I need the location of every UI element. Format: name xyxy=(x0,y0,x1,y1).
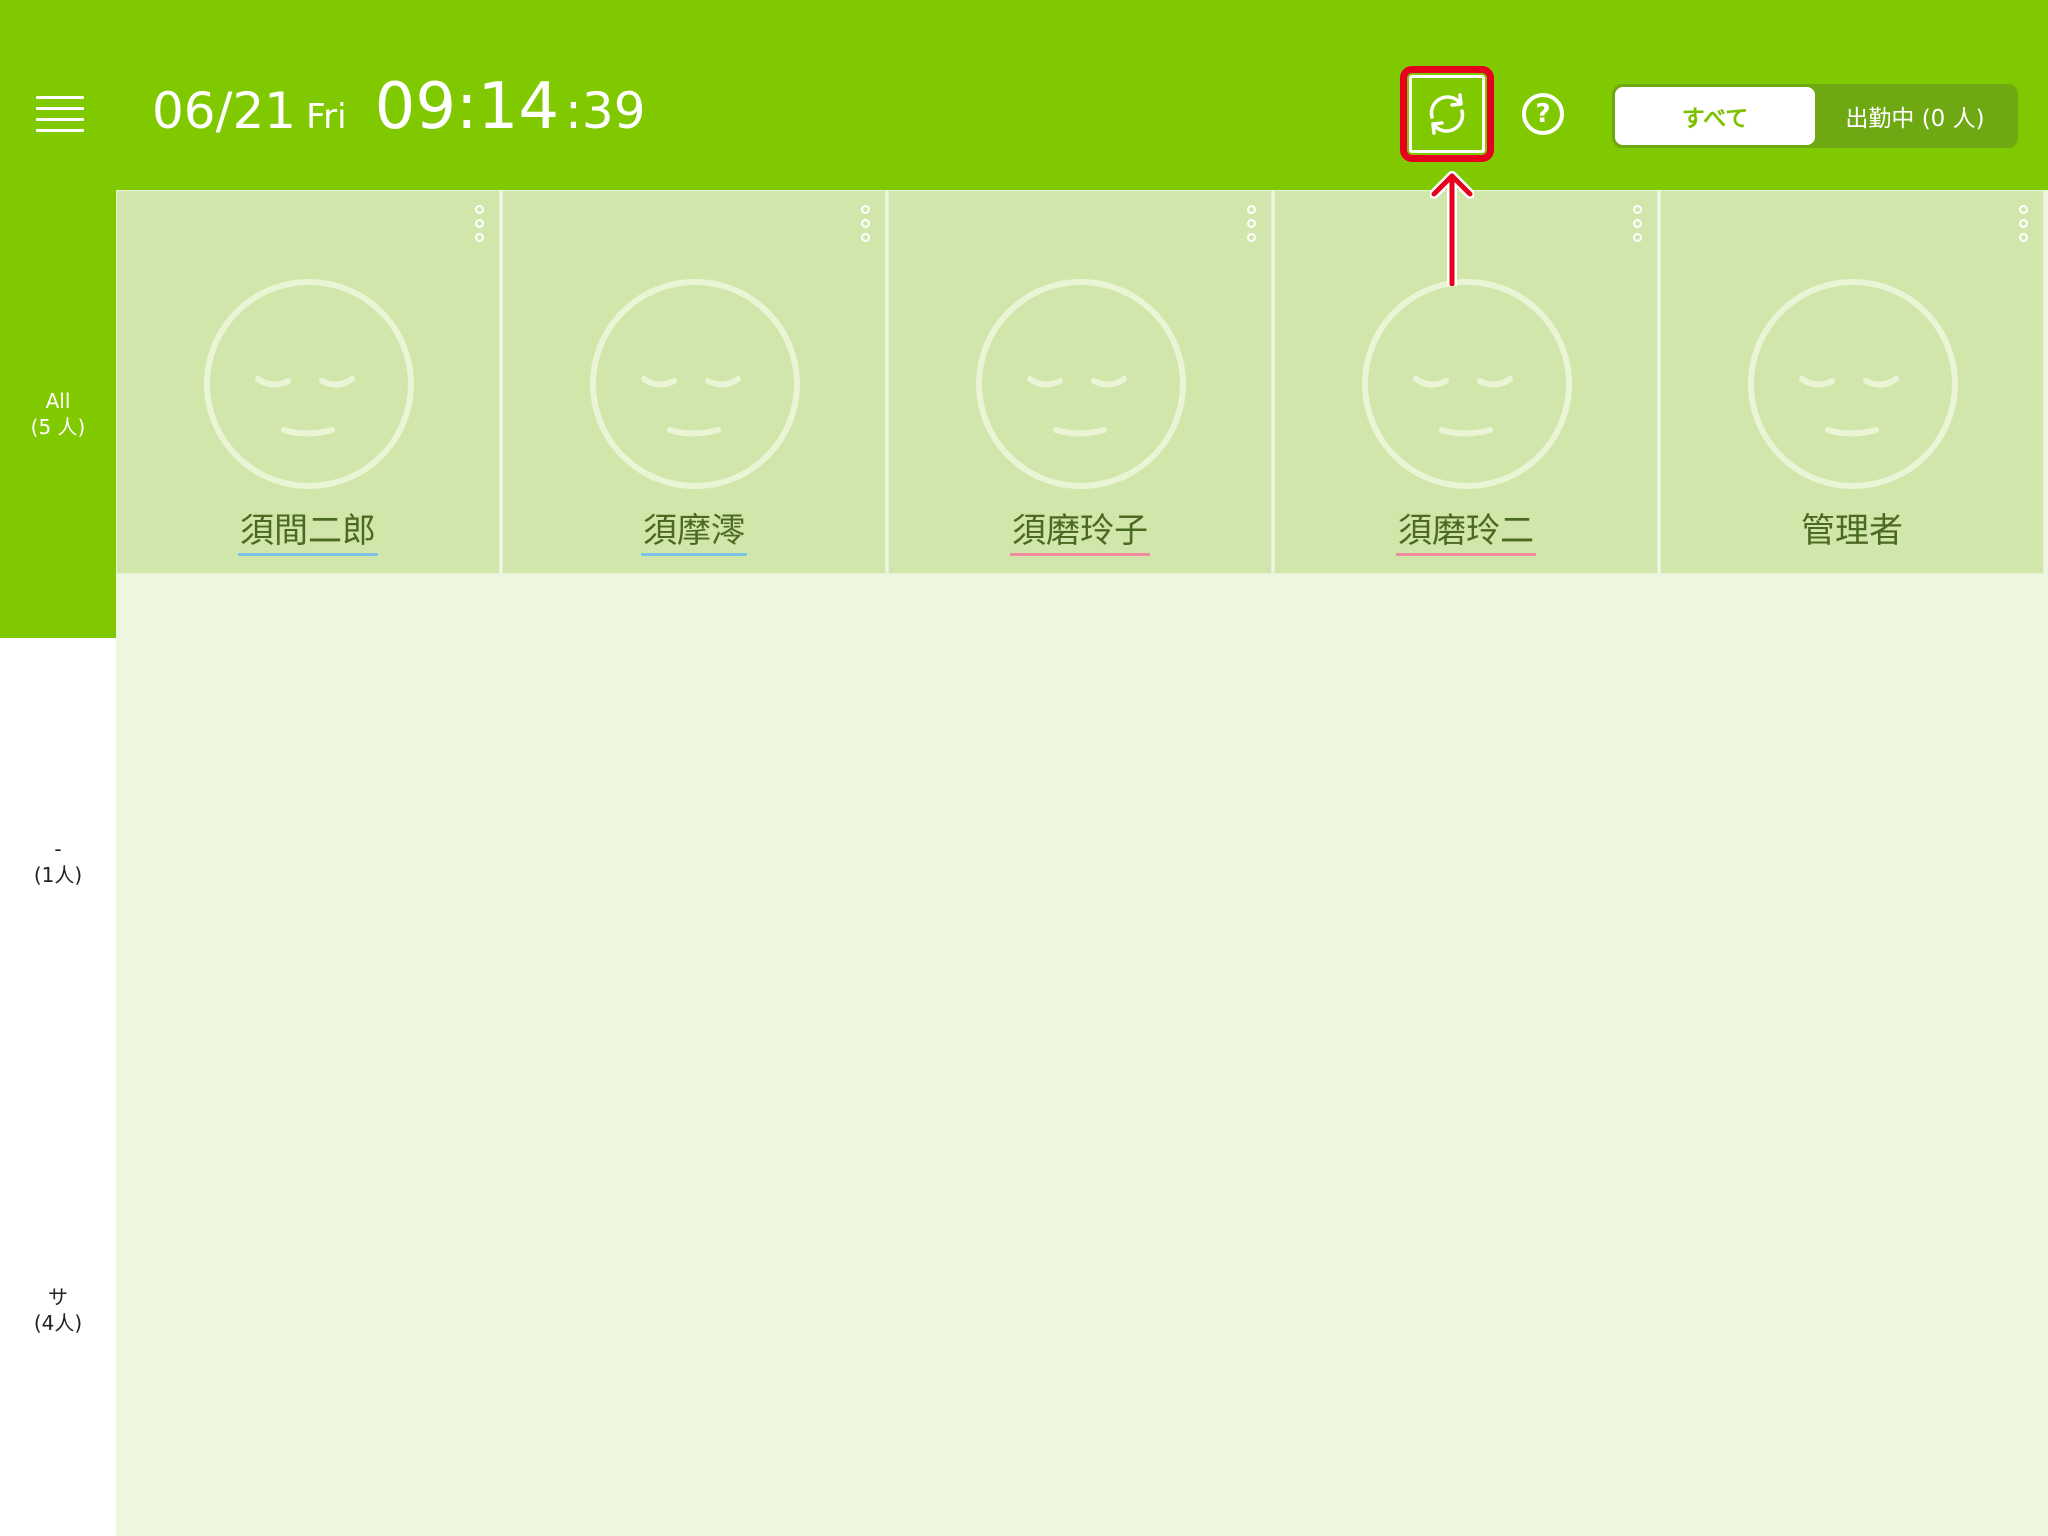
staff-card[interactable]: 須間二郎 xyxy=(116,190,500,574)
sidebar-item-label: All xyxy=(45,389,71,413)
staff-name: 管理者 xyxy=(1801,511,1903,551)
more-vertical-icon xyxy=(475,205,484,214)
staff-name: 須摩澪 xyxy=(641,511,747,556)
sidebar-item-dash[interactable]: - (1人) xyxy=(0,836,116,888)
staff-name: 須磨玲二 xyxy=(1396,511,1536,556)
staff-name: 須磨玲子 xyxy=(1010,511,1150,556)
current-date: 06/21 xyxy=(152,82,297,140)
help-button[interactable]: ? xyxy=(1522,93,1564,135)
date-time-display: 06/21 Fri 09:14:39 xyxy=(152,70,646,144)
staff-card[interactable]: 須磨玲子 xyxy=(888,190,1272,574)
sleeping-face-icon xyxy=(1362,279,1572,489)
current-weekday: Fri xyxy=(306,97,347,137)
sidebar-item-count: (4人) xyxy=(33,1311,83,1335)
card-more-button[interactable] xyxy=(1633,205,1643,245)
sleeping-face-icon xyxy=(204,279,414,489)
sidebar-item-label: - xyxy=(54,837,62,861)
more-vertical-icon xyxy=(1633,205,1642,214)
top-bar: 06/21 Fri 09:14:39 ? すべて 出勤中 (0 人) xyxy=(0,0,2048,190)
sidebar-item-sa[interactable]: サ (4人) xyxy=(0,1284,116,1336)
more-vertical-icon xyxy=(1247,205,1256,214)
card-more-button[interactable] xyxy=(475,205,485,245)
menu-button[interactable] xyxy=(36,96,84,136)
staff-card[interactable]: 管理者 xyxy=(1660,190,2044,574)
sidebar-item-count: (1人) xyxy=(33,863,83,887)
staff-name: 須間二郎 xyxy=(238,511,378,556)
staff-grid: 須間二郎 須摩澪 須磨玲子 須磨玲二 管理者 xyxy=(116,190,2048,1536)
refresh-button[interactable] xyxy=(1400,66,1494,162)
more-vertical-icon xyxy=(2019,205,2028,214)
current-time: 09:14 xyxy=(374,70,560,144)
sidebar-item-all[interactable]: All (5 人) xyxy=(0,388,116,440)
card-more-button[interactable] xyxy=(1247,205,1257,245)
sleeping-face-icon xyxy=(590,279,800,489)
filter-working-tab[interactable]: 出勤中 (0 人) xyxy=(1815,87,2015,145)
refresh-icon xyxy=(1429,93,1465,135)
card-more-button[interactable] xyxy=(861,205,871,245)
sleeping-face-icon xyxy=(976,279,1186,489)
sleeping-face-icon xyxy=(1748,279,1958,489)
hamburger-menu-icon xyxy=(36,96,84,99)
current-seconds: :39 xyxy=(565,82,646,140)
filter-toggle: すべて 出勤中 (0 人) xyxy=(1612,84,2018,148)
annotation-arrow xyxy=(1430,171,1474,286)
more-vertical-icon xyxy=(861,205,870,214)
sidebar-item-count: (5 人) xyxy=(30,415,86,439)
help-icon: ? xyxy=(1535,99,1551,129)
sidebar-item-label: サ xyxy=(48,1285,68,1309)
filter-all-tab[interactable]: すべて xyxy=(1615,87,1815,145)
card-more-button[interactable] xyxy=(2019,205,2029,245)
staff-card[interactable]: 須摩澪 xyxy=(502,190,886,574)
